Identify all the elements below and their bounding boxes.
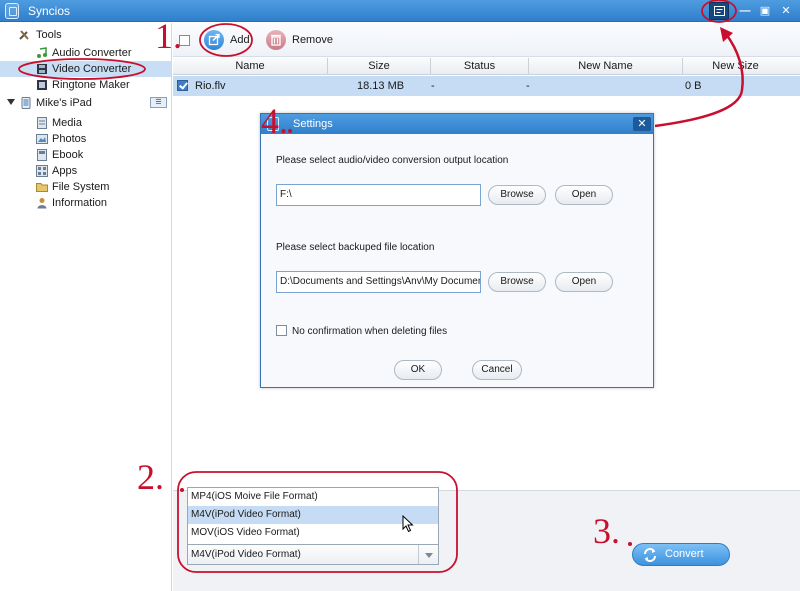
annotation-dot-4 — [288, 129, 292, 133]
annotation-circle-settings — [701, 0, 737, 23]
annotation-arrow — [654, 33, 744, 128]
annotation-dot-2 — [180, 488, 184, 492]
annotation-step-1: 1. — [155, 16, 182, 56]
annotation-step-3: 3. — [593, 511, 620, 551]
annotation-box-format — [177, 471, 458, 573]
annotation-circle-add — [199, 23, 253, 57]
annotation-circle-video-converter — [18, 58, 146, 80]
annotation-dot-3 — [628, 542, 632, 546]
annotation-step-4: 4. — [261, 101, 288, 141]
annotation-overlay — [18, 0, 744, 573]
annotation-step-2: 2. — [137, 457, 164, 497]
